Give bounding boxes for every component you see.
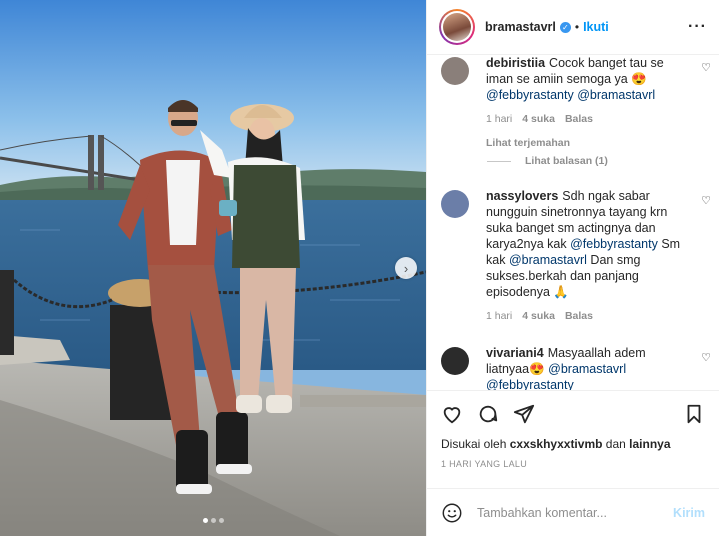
comment-body: nassylovers Sdh ngak sabar nungguin sinet… — [486, 188, 705, 324]
carousel-dot — [203, 518, 208, 523]
share-icon[interactable] — [513, 403, 535, 425]
comment-mentions[interactable]: @febbyrastanty @bramastavrl — [486, 87, 691, 103]
post-sidebar: bramastavrl ✓ • Ikuti ··· debiristiia Coc… — [426, 0, 719, 536]
more-options-icon[interactable]: ··· — [688, 18, 707, 36]
view-replies[interactable]: Lihat balasan (1) — [487, 155, 608, 167]
comment-mention[interactable]: @bramastavrl — [509, 253, 587, 267]
comments-list[interactable]: debiristiia Cocok banget tau se iman se a… — [427, 55, 719, 390]
replies-line — [487, 160, 511, 162]
add-comment-bar: Kirim — [427, 488, 719, 536]
view-replies-label[interactable]: Lihat balasan (1) — [525, 155, 608, 167]
post-header: bramastavrl ✓ • Ikuti ··· — [427, 0, 719, 55]
comment-meta: 1 hari 4 suka Balas — [486, 308, 691, 324]
commenter-username[interactable]: debiristiia — [486, 56, 545, 70]
post-actions: Disukai oleh cxxskhyxxtivmb dan lainnya … — [427, 390, 719, 470]
author-avatar[interactable] — [439, 9, 475, 45]
commenter-username[interactable]: vivariani4 — [486, 346, 544, 360]
post-timestamp[interactable]: 1 HARI YANG LALU — [441, 459, 705, 469]
translate-link[interactable]: Lihat terjemahan — [486, 135, 691, 151]
commenter-avatar[interactable] — [441, 57, 469, 85]
commenter-username[interactable]: nassylovers — [486, 189, 558, 203]
carousel-indicator — [203, 518, 224, 523]
bookmark-icon[interactable] — [683, 403, 705, 425]
commenter-avatar[interactable] — [441, 190, 469, 218]
liked-by: Disukai oleh cxxskhyxxtivmb dan lainnya — [441, 437, 705, 451]
comment-item: nassylovers Sdh ngak sabar nungguin sinet… — [427, 188, 719, 324]
instagram-post: › bramastavrl ✓ • Ikuti ··· debiristiia C… — [0, 0, 719, 536]
emoji-icon[interactable] — [441, 502, 463, 524]
comment-like-icon[interactable]: ♡ — [701, 61, 711, 74]
comment-item: debiristiia Cocok banget tau se iman se a… — [427, 55, 719, 151]
comment-likes[interactable]: 4 suka — [522, 308, 555, 324]
reply-button[interactable]: Balas — [565, 308, 593, 324]
carousel-dot — [211, 518, 216, 523]
comment-time: 1 hari — [486, 310, 513, 322]
comment-item: vivariani4 Masyaallah adem liatnyaa😍 @bra… — [427, 345, 719, 390]
comment-input[interactable] — [477, 505, 674, 520]
comment-like-icon[interactable]: ♡ — [701, 194, 711, 207]
reply-button[interactable]: Balas — [565, 111, 593, 127]
action-bar — [441, 403, 705, 425]
header-separator: • — [574, 20, 580, 34]
commenter-avatar[interactable] — [441, 347, 469, 375]
post-comment-button[interactable]: Kirim — [673, 506, 705, 520]
comment-mention[interactable]: @bramastavrl — [548, 362, 626, 376]
like-icon[interactable] — [441, 403, 463, 425]
liked-by-user[interactable]: cxxskhyxxtivmb — [510, 437, 603, 451]
comment-icon[interactable] — [477, 403, 499, 425]
comment-mention[interactable]: @febbyrastanty — [486, 377, 691, 390]
comment-likes[interactable]: 4 suka — [522, 111, 555, 127]
liked-by-others[interactable]: lainnya — [629, 437, 670, 451]
comment-like-icon[interactable]: ♡ — [701, 351, 711, 364]
post-media[interactable]: › — [0, 0, 426, 536]
comment-time: 1 hari — [486, 113, 513, 125]
comment-meta: 1 hari 4 suka Balas — [486, 111, 691, 127]
liked-by-suffix: dan — [605, 437, 626, 451]
carousel-dot — [219, 518, 224, 523]
follow-button[interactable]: Ikuti — [583, 20, 609, 34]
comment-mention[interactable]: @febbyrastanty — [570, 237, 658, 251]
comment-body: debiristiia Cocok banget tau se iman se a… — [486, 55, 705, 151]
author-username[interactable]: bramastavrl — [485, 20, 556, 34]
next-slide-button[interactable]: › — [395, 257, 417, 279]
liked-by-prefix: Disukai oleh — [441, 437, 507, 451]
comment-body: vivariani4 Masyaallah adem liatnyaa😍 @bra… — [486, 345, 705, 390]
verified-badge-icon: ✓ — [559, 21, 571, 33]
post-photo — [0, 0, 426, 536]
